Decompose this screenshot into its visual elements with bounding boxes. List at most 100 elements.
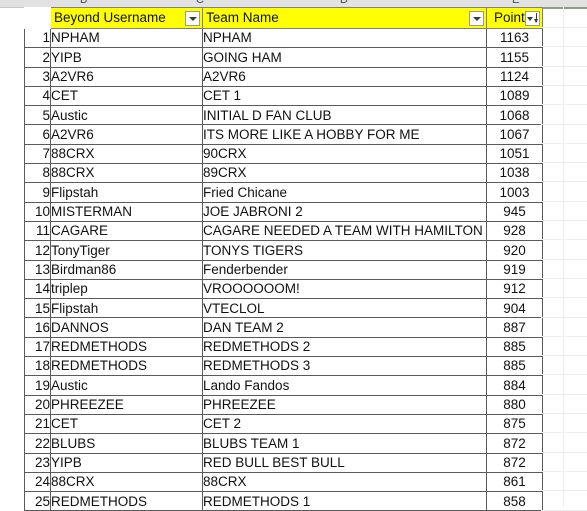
cell-team-name[interactable]: CET 2 [202, 413, 487, 435]
cell-row-number[interactable]: 23 [24, 452, 51, 473]
cell-points[interactable]: 885 [486, 336, 543, 358]
table-row[interactable]: 24 88CRX 88CRX 861 [24, 471, 543, 493]
cell-username[interactable]: CET [50, 85, 203, 107]
cell-username[interactable]: REDMETHODS [50, 491, 203, 511]
table-row[interactable]: 22 BLUBS BLUBS TEAM 1 872 [24, 433, 543, 454]
cell-row-number[interactable]: 14 [24, 278, 51, 300]
table-row[interactable]: 9 Flipstah Fried Chicane 1003 [24, 182, 543, 203]
table-row[interactable]: 6 A2VR6 ITS MORE LIKE A HOBBY FOR ME 1067 [24, 124, 543, 145]
table-row[interactable]: 20 PHREEZEE PHREEZEE 880 [24, 394, 543, 415]
cell-points[interactable]: 880 [486, 394, 543, 415]
cell-row-number[interactable]: 24 [24, 471, 51, 493]
cell-team-name[interactable]: RED BULL BEST BULL [202, 452, 487, 473]
cell-row-number[interactable]: 4 [24, 85, 51, 107]
cell-username[interactable]: triplep [50, 278, 203, 300]
cell-username[interactable]: PHREEZEE [50, 394, 203, 415]
cell-points[interactable]: 928 [486, 220, 543, 242]
cell-points[interactable]: 872 [486, 433, 543, 454]
cell-username[interactable]: Austic [50, 105, 203, 126]
cell-team-name[interactable]: Lando Fandos [202, 375, 487, 396]
cell-points[interactable]: 1155 [486, 47, 543, 68]
cell-team-name[interactable]: 88CRX [202, 471, 487, 493]
cell-team-name[interactable]: VTECLOL [202, 298, 487, 319]
cell-points[interactable]: 904 [486, 298, 543, 319]
cell-username[interactable]: Austic [50, 375, 203, 396]
cell-username[interactable]: Flipstah [50, 182, 203, 203]
cell-points[interactable]: 875 [486, 413, 543, 435]
cell-username[interactable]: YIPB [50, 452, 203, 473]
table-row[interactable]: 18 REDMETHODS REDMETHODS 3 885 [24, 356, 543, 377]
cell-team-name[interactable]: TONYS TIGERS [202, 240, 487, 261]
cell-row-number[interactable]: 5 [24, 105, 51, 126]
filter-dropdown-icon-username[interactable] [185, 11, 200, 26]
cell-points[interactable]: 1038 [486, 163, 543, 184]
cell-team-name[interactable]: DAN TEAM 2 [202, 317, 487, 338]
cell-row-number[interactable]: 9 [24, 182, 51, 203]
cell-row-number[interactable]: 22 [24, 433, 51, 454]
cell-username[interactable]: 88CRX [50, 163, 203, 184]
cell-username[interactable]: NPHAM [50, 27, 203, 49]
cell-points[interactable]: 945 [486, 201, 543, 222]
cell-row-number[interactable]: 12 [24, 240, 51, 261]
cell-team-name[interactable]: REDMETHODS 1 [202, 491, 487, 511]
table-row[interactable]: 8 88CRX 89CRX 1038 [24, 163, 543, 184]
header-cell-username[interactable]: Beyond Username [50, 7, 203, 29]
cell-team-name[interactable]: NPHAM [202, 27, 487, 49]
cell-team-name[interactable]: Fried Chicane [202, 182, 487, 203]
cell-username[interactable]: MISTERMAN [50, 201, 203, 222]
table-row[interactable]: 4 CET CET 1 1089 [24, 85, 543, 107]
cell-points[interactable]: 912 [486, 278, 543, 300]
cell-points[interactable]: 885 [486, 356, 543, 377]
table-row[interactable]: 11 CAGARE CAGARE NEEDED A TEAM WITH HAMILT… [24, 220, 543, 242]
table-row[interactable]: 16 DANNOS DAN TEAM 2 887 [24, 317, 543, 338]
cell-row-number[interactable]: 8 [24, 163, 51, 184]
cell-row-number[interactable]: 6 [24, 124, 51, 145]
cell-points[interactable]: 1124 [486, 66, 543, 87]
cell-username[interactable]: DANNOS [50, 317, 203, 338]
cell-team-name[interactable]: PHREEZEE [202, 394, 487, 415]
column-letter[interactable]: C [196, 0, 204, 6]
cell-username[interactable]: Birdman86 [50, 259, 203, 280]
table-row[interactable]: 21 CET CET 2 875 [24, 413, 543, 435]
cell-username[interactable]: 88CRX [50, 471, 203, 493]
cell-team-name[interactable]: REDMETHODS 2 [202, 336, 487, 358]
cell-row-number[interactable]: 7 [24, 143, 51, 165]
cell-team-name[interactable]: CAGARE NEEDED A TEAM WITH HAMILTON [202, 220, 487, 242]
cell-row-number[interactable]: 17 [24, 336, 51, 358]
table-row[interactable]: 13 Birdman86 Fenderbender 919 [24, 259, 543, 280]
cell-points[interactable]: 920 [486, 240, 543, 261]
cell-username[interactable]: CAGARE [50, 220, 203, 242]
cell-team-name[interactable]: BLUBS TEAM 1 [202, 433, 487, 454]
cell-points[interactable]: 1163 [486, 27, 543, 49]
cell-username[interactable]: A2VR6 [50, 124, 203, 145]
cell-username[interactable]: CET [50, 413, 203, 435]
table-row[interactable]: 23 YIPB RED BULL BEST BULL 872 [24, 452, 543, 473]
header-cell-points[interactable]: Points [486, 7, 543, 29]
table-row[interactable]: 19 Austic Lando Fandos 884 [24, 375, 543, 396]
cell-team-name[interactable]: JOE JABRONI 2 [202, 201, 487, 222]
cell-team-name[interactable]: INITIAL D FAN CLUB [202, 105, 487, 126]
cell-row-number[interactable]: 21 [24, 413, 51, 435]
cell-points[interactable]: 1068 [486, 105, 543, 126]
cell-username[interactable]: A2VR6 [50, 66, 203, 87]
cell-points[interactable]: 1051 [486, 143, 543, 165]
table-row[interactable]: 12 TonyTiger TONYS TIGERS 920 [24, 240, 543, 261]
cell-row-number[interactable]: 10 [24, 201, 51, 222]
cell-row-number[interactable]: 16 [24, 317, 51, 338]
table-row[interactable]: 14 triplep VROOOOOOM! 912 [24, 278, 543, 300]
cell-row-number[interactable]: 1 [24, 27, 51, 49]
cell-team-name[interactable]: Fenderbender [202, 259, 487, 280]
cell-row-number[interactable]: 18 [24, 356, 51, 377]
cell-points[interactable]: 872 [486, 452, 543, 473]
cell-row-number[interactable]: 2 [24, 47, 51, 68]
cell-team-name[interactable]: A2VR6 [202, 66, 487, 87]
cell-team-name[interactable]: CET 1 [202, 85, 487, 107]
cell-team-name[interactable]: ITS MORE LIKE A HOBBY FOR ME [202, 124, 487, 145]
cell-username[interactable]: Flipstah [50, 298, 203, 319]
cell-username[interactable]: TonyTiger [50, 240, 203, 261]
cell-team-name[interactable]: 90CRX [202, 143, 487, 165]
filter-dropdown-icon-team[interactable] [469, 11, 484, 26]
column-letter[interactable]: D [340, 0, 348, 6]
table-row[interactable]: 5 Austic INITIAL D FAN CLUB 1068 [24, 105, 543, 126]
table-row[interactable]: 15 Flipstah VTECLOL 904 [24, 298, 543, 319]
